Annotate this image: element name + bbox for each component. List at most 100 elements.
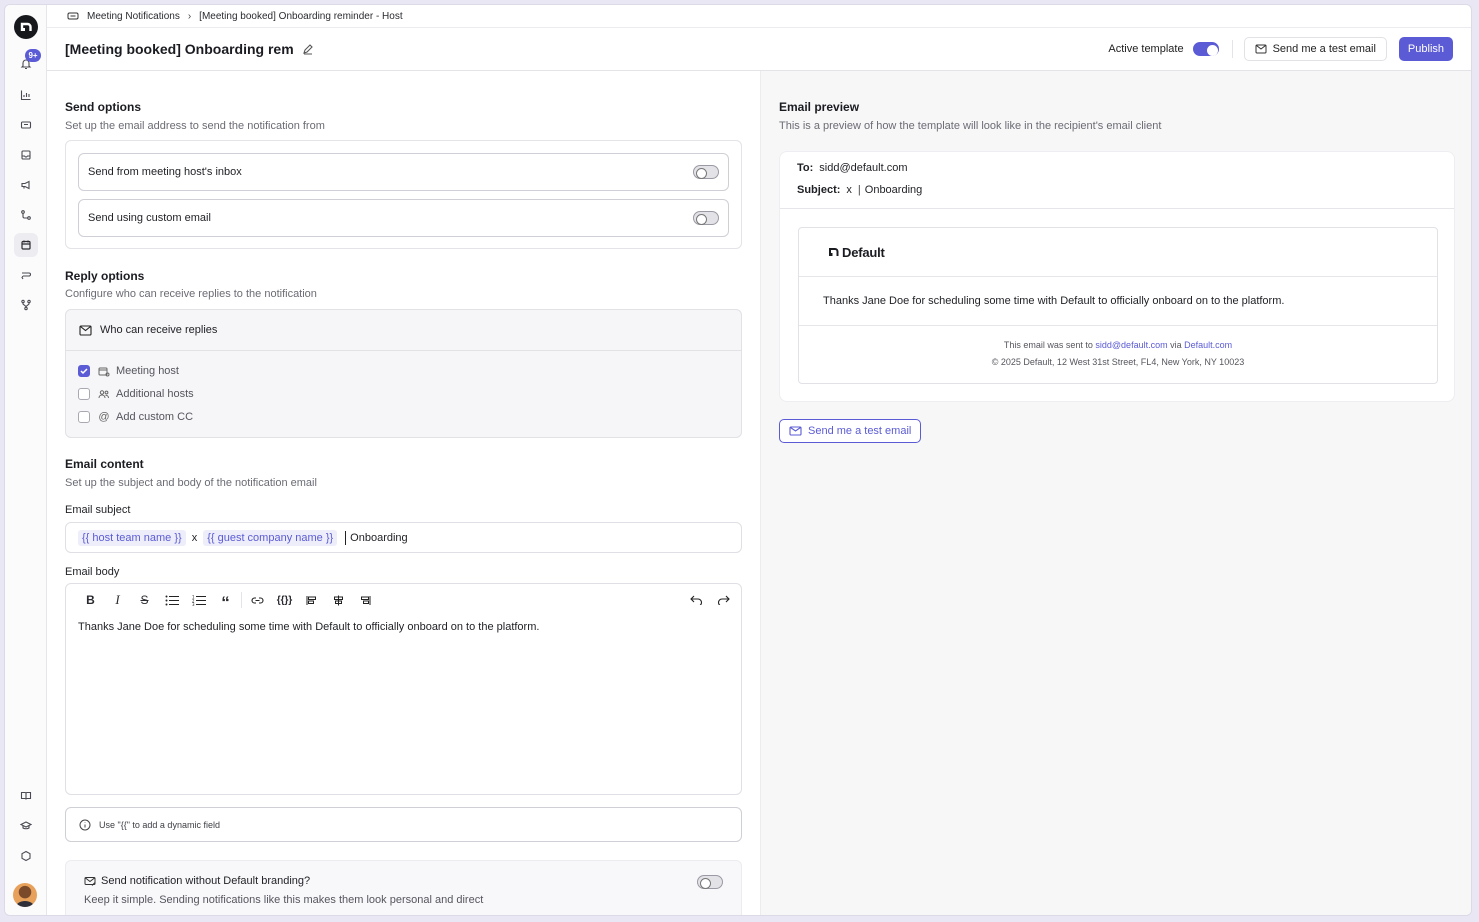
mail-icon bbox=[789, 426, 802, 436]
email-preview-subtitle: This is a preview of how the template wi… bbox=[779, 120, 1162, 132]
hexagon-icon[interactable] bbox=[14, 844, 38, 868]
host-inbox-toggle[interactable] bbox=[693, 165, 719, 179]
send-options-card: Send from meeting host's inbox Send usin… bbox=[65, 140, 742, 249]
email-footer: This email was sent to sidd@default.com … bbox=[799, 340, 1437, 367]
email-content-title: Email content bbox=[65, 457, 144, 471]
editor-toolbar: B I S 123 “ {{}} bbox=[66, 584, 741, 616]
branding-toggle[interactable] bbox=[697, 875, 723, 889]
host-team-name-chip[interactable]: {{ host team name }} bbox=[78, 529, 186, 546]
bullet-list-icon[interactable] bbox=[158, 590, 185, 610]
toolbar-divider bbox=[241, 592, 242, 608]
calendar-icon[interactable] bbox=[14, 233, 38, 257]
email-content-subtitle: Set up the subject and body of the notif… bbox=[65, 477, 317, 489]
publish-button[interactable]: Publish bbox=[1398, 37, 1453, 61]
workflow-icon[interactable] bbox=[14, 263, 38, 287]
reply-options-title: Reply options bbox=[65, 269, 145, 283]
branding-subtitle: Keep it simple. Sending notifications li… bbox=[84, 894, 484, 906]
send-test-email-label: Send me a test email bbox=[1272, 43, 1376, 55]
redo-icon[interactable] bbox=[710, 590, 737, 610]
default-logo[interactable] bbox=[14, 15, 38, 39]
email-brand-header: Default bbox=[799, 228, 1437, 277]
custom-email-row[interactable]: Send using custom email bbox=[78, 199, 729, 237]
to-label: To: bbox=[797, 162, 814, 174]
custom-cc-label: Add custom CC bbox=[116, 411, 194, 423]
graduation-icon[interactable] bbox=[14, 814, 38, 838]
who-can-receive-label: Who can receive replies bbox=[100, 324, 218, 336]
preview-subject-x: x bbox=[846, 184, 852, 196]
send-test-email-button[interactable]: Send me a test email bbox=[1243, 37, 1387, 61]
variable-icon[interactable]: {{}} bbox=[271, 590, 298, 610]
branch-icon[interactable] bbox=[14, 293, 38, 317]
email-body-text[interactable]: Thanks Jane Doe for scheduling some time… bbox=[66, 616, 741, 638]
breadcrumb: Meeting Notifications › [Meeting booked]… bbox=[47, 5, 1471, 28]
option-additional-hosts[interactable]: Additional hosts bbox=[78, 388, 194, 400]
strikethrough-icon[interactable]: S bbox=[131, 590, 158, 610]
subject-x: x bbox=[191, 531, 198, 544]
align-right-icon[interactable] bbox=[352, 590, 379, 610]
subject-pipe: | bbox=[857, 184, 861, 196]
settings-panel: Send options Set up the email address to… bbox=[47, 71, 760, 915]
divider bbox=[1231, 40, 1233, 58]
route-icon[interactable] bbox=[14, 203, 38, 227]
calendar-user-icon bbox=[98, 366, 110, 377]
breadcrumb-parent[interactable]: Meeting Notifications bbox=[87, 11, 180, 22]
breadcrumb-current: [Meeting booked] Onboarding reminder - H… bbox=[199, 10, 403, 22]
notification-icon bbox=[67, 11, 79, 21]
option-custom-cc[interactable]: @ Add custom CC bbox=[78, 411, 193, 423]
email-subject-input[interactable]: {{ host team name }} x {{ guest company … bbox=[65, 522, 742, 553]
meeting-host-checkbox[interactable] bbox=[78, 365, 90, 377]
custom-email-toggle[interactable] bbox=[693, 211, 719, 225]
unbranded-mail-icon bbox=[84, 876, 96, 887]
undo-icon[interactable] bbox=[683, 590, 710, 610]
email-footer-line: This email was sent to sidd@default.com … bbox=[799, 340, 1437, 350]
host-inbox-row[interactable]: Send from meeting host's inbox bbox=[78, 153, 729, 191]
align-center-icon[interactable] bbox=[325, 590, 352, 610]
svg-text:3: 3 bbox=[192, 602, 195, 606]
app-window: 9+ Meeting Notifications › [Meeting book… bbox=[4, 4, 1472, 916]
additional-hosts-label: Additional hosts bbox=[116, 388, 194, 400]
rendered-email: Default Thanks Jane Doe for scheduling s… bbox=[798, 227, 1438, 384]
megaphone-icon[interactable] bbox=[14, 173, 38, 197]
envelope-icon bbox=[79, 324, 92, 336]
custom-cc-checkbox[interactable] bbox=[78, 411, 90, 423]
preview-to-row: To: sidd@default.com bbox=[797, 162, 908, 174]
ticket-icon[interactable] bbox=[14, 113, 38, 137]
user-avatar[interactable] bbox=[13, 883, 37, 907]
notification-badge: 9+ bbox=[25, 49, 41, 62]
email-body-label: Email body bbox=[65, 566, 120, 578]
email-preview-title: Email preview bbox=[779, 100, 860, 114]
email-preview-card: To: sidd@default.com Subject: x | Onboar… bbox=[779, 151, 1455, 402]
chevron-right-icon: › bbox=[187, 10, 192, 22]
quote-icon[interactable]: “ bbox=[212, 590, 239, 612]
chart-icon[interactable] bbox=[14, 83, 38, 107]
preview-send-test-button[interactable]: Send me a test email bbox=[779, 419, 922, 443]
branding-title: Send notification without Default brandi… bbox=[101, 875, 311, 887]
numbered-list-icon[interactable]: 123 bbox=[185, 590, 212, 610]
inbox-icon[interactable] bbox=[14, 143, 38, 167]
link-icon[interactable] bbox=[244, 590, 271, 610]
option-meeting-host[interactable]: Meeting host bbox=[78, 365, 179, 377]
send-options-title: Send options bbox=[65, 100, 141, 114]
guest-company-name-chip[interactable]: {{ guest company name }} bbox=[203, 529, 338, 546]
pencil-icon[interactable] bbox=[302, 43, 314, 55]
footer-email-link[interactable]: sidd@default.com bbox=[1095, 340, 1167, 350]
book-icon[interactable] bbox=[14, 784, 38, 808]
default-logo-mark bbox=[829, 247, 839, 257]
info-icon bbox=[79, 819, 91, 831]
at-sign-icon: @ bbox=[98, 411, 110, 423]
additional-hosts-checkbox[interactable] bbox=[78, 388, 90, 400]
to-value: sidd@default.com bbox=[819, 162, 908, 174]
email-body-editor[interactable]: B I S 123 “ {{}} Thanks Jane Doe for sch… bbox=[65, 583, 742, 795]
title-bar: [Meeting booked] Onboarding rem Active t… bbox=[47, 28, 1471, 71]
page-title: [Meeting booked] Onboarding rem bbox=[65, 41, 294, 57]
email-body-preview: Thanks Jane Doe for scheduling some time… bbox=[799, 277, 1437, 326]
footer-site-link[interactable]: Default.com bbox=[1184, 340, 1232, 350]
active-template-toggle[interactable] bbox=[1192, 42, 1219, 56]
reply-options-subtitle: Configure who can receive replies to the… bbox=[65, 288, 317, 300]
align-left-icon[interactable] bbox=[298, 590, 325, 610]
italic-icon[interactable]: I bbox=[104, 590, 131, 610]
who-can-receive-header: Who can receive replies bbox=[66, 310, 741, 351]
active-template-label: Active template bbox=[1108, 43, 1184, 55]
branding-title-row: Send notification without Default brandi… bbox=[84, 875, 310, 887]
bold-icon[interactable]: B bbox=[77, 590, 104, 610]
